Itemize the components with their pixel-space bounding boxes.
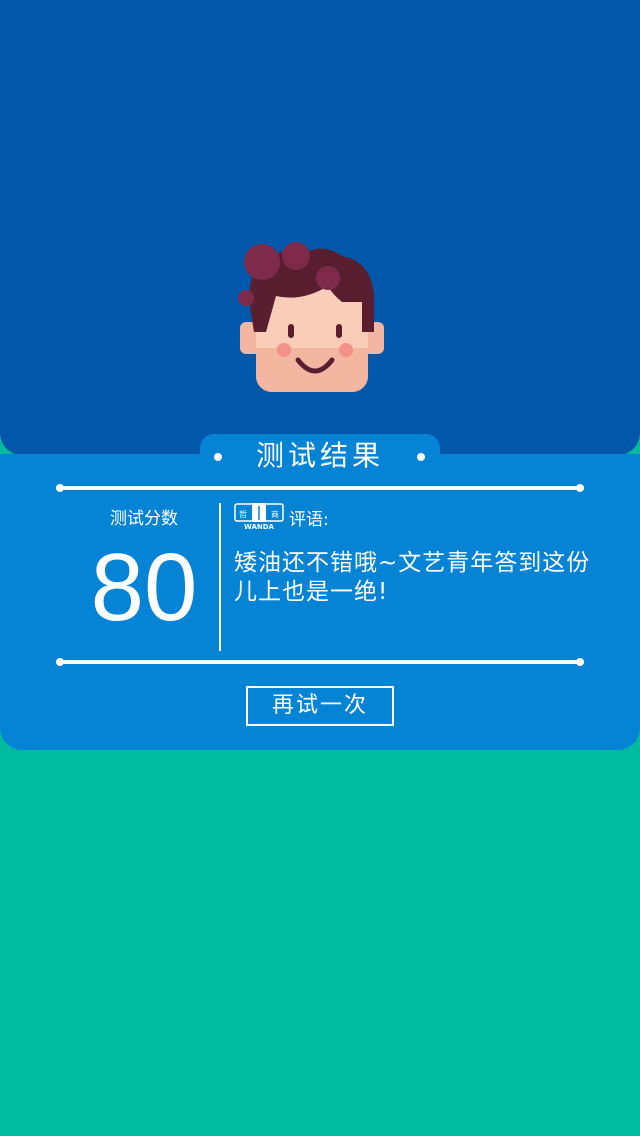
divider-dot xyxy=(576,658,584,666)
divider-dot xyxy=(576,484,584,492)
retry-button[interactable]: 再试一次 xyxy=(246,686,394,726)
brand-logo-icon: 哲 商 WANDA xyxy=(234,503,284,530)
top-divider xyxy=(58,486,584,490)
divider-dot xyxy=(56,484,64,492)
svg-text:WANDA: WANDA xyxy=(244,523,274,530)
svg-text:哲: 哲 xyxy=(239,510,247,519)
title-dot-right xyxy=(417,453,425,461)
comment-text: 矮油还不错哦~文艺青年答到这份儿上也是一绝! xyxy=(234,550,591,605)
result-title: 测试结果 xyxy=(255,439,384,472)
title-dot-left xyxy=(214,453,222,461)
svg-text:商: 商 xyxy=(271,509,279,519)
score-value: 80 xyxy=(90,534,198,641)
score-label: 测试分数 xyxy=(110,509,178,529)
divider-dot xyxy=(56,658,64,666)
bottom-divider xyxy=(58,660,584,664)
comment-label: 评语: xyxy=(289,510,329,530)
avatar-illustration xyxy=(238,242,384,392)
